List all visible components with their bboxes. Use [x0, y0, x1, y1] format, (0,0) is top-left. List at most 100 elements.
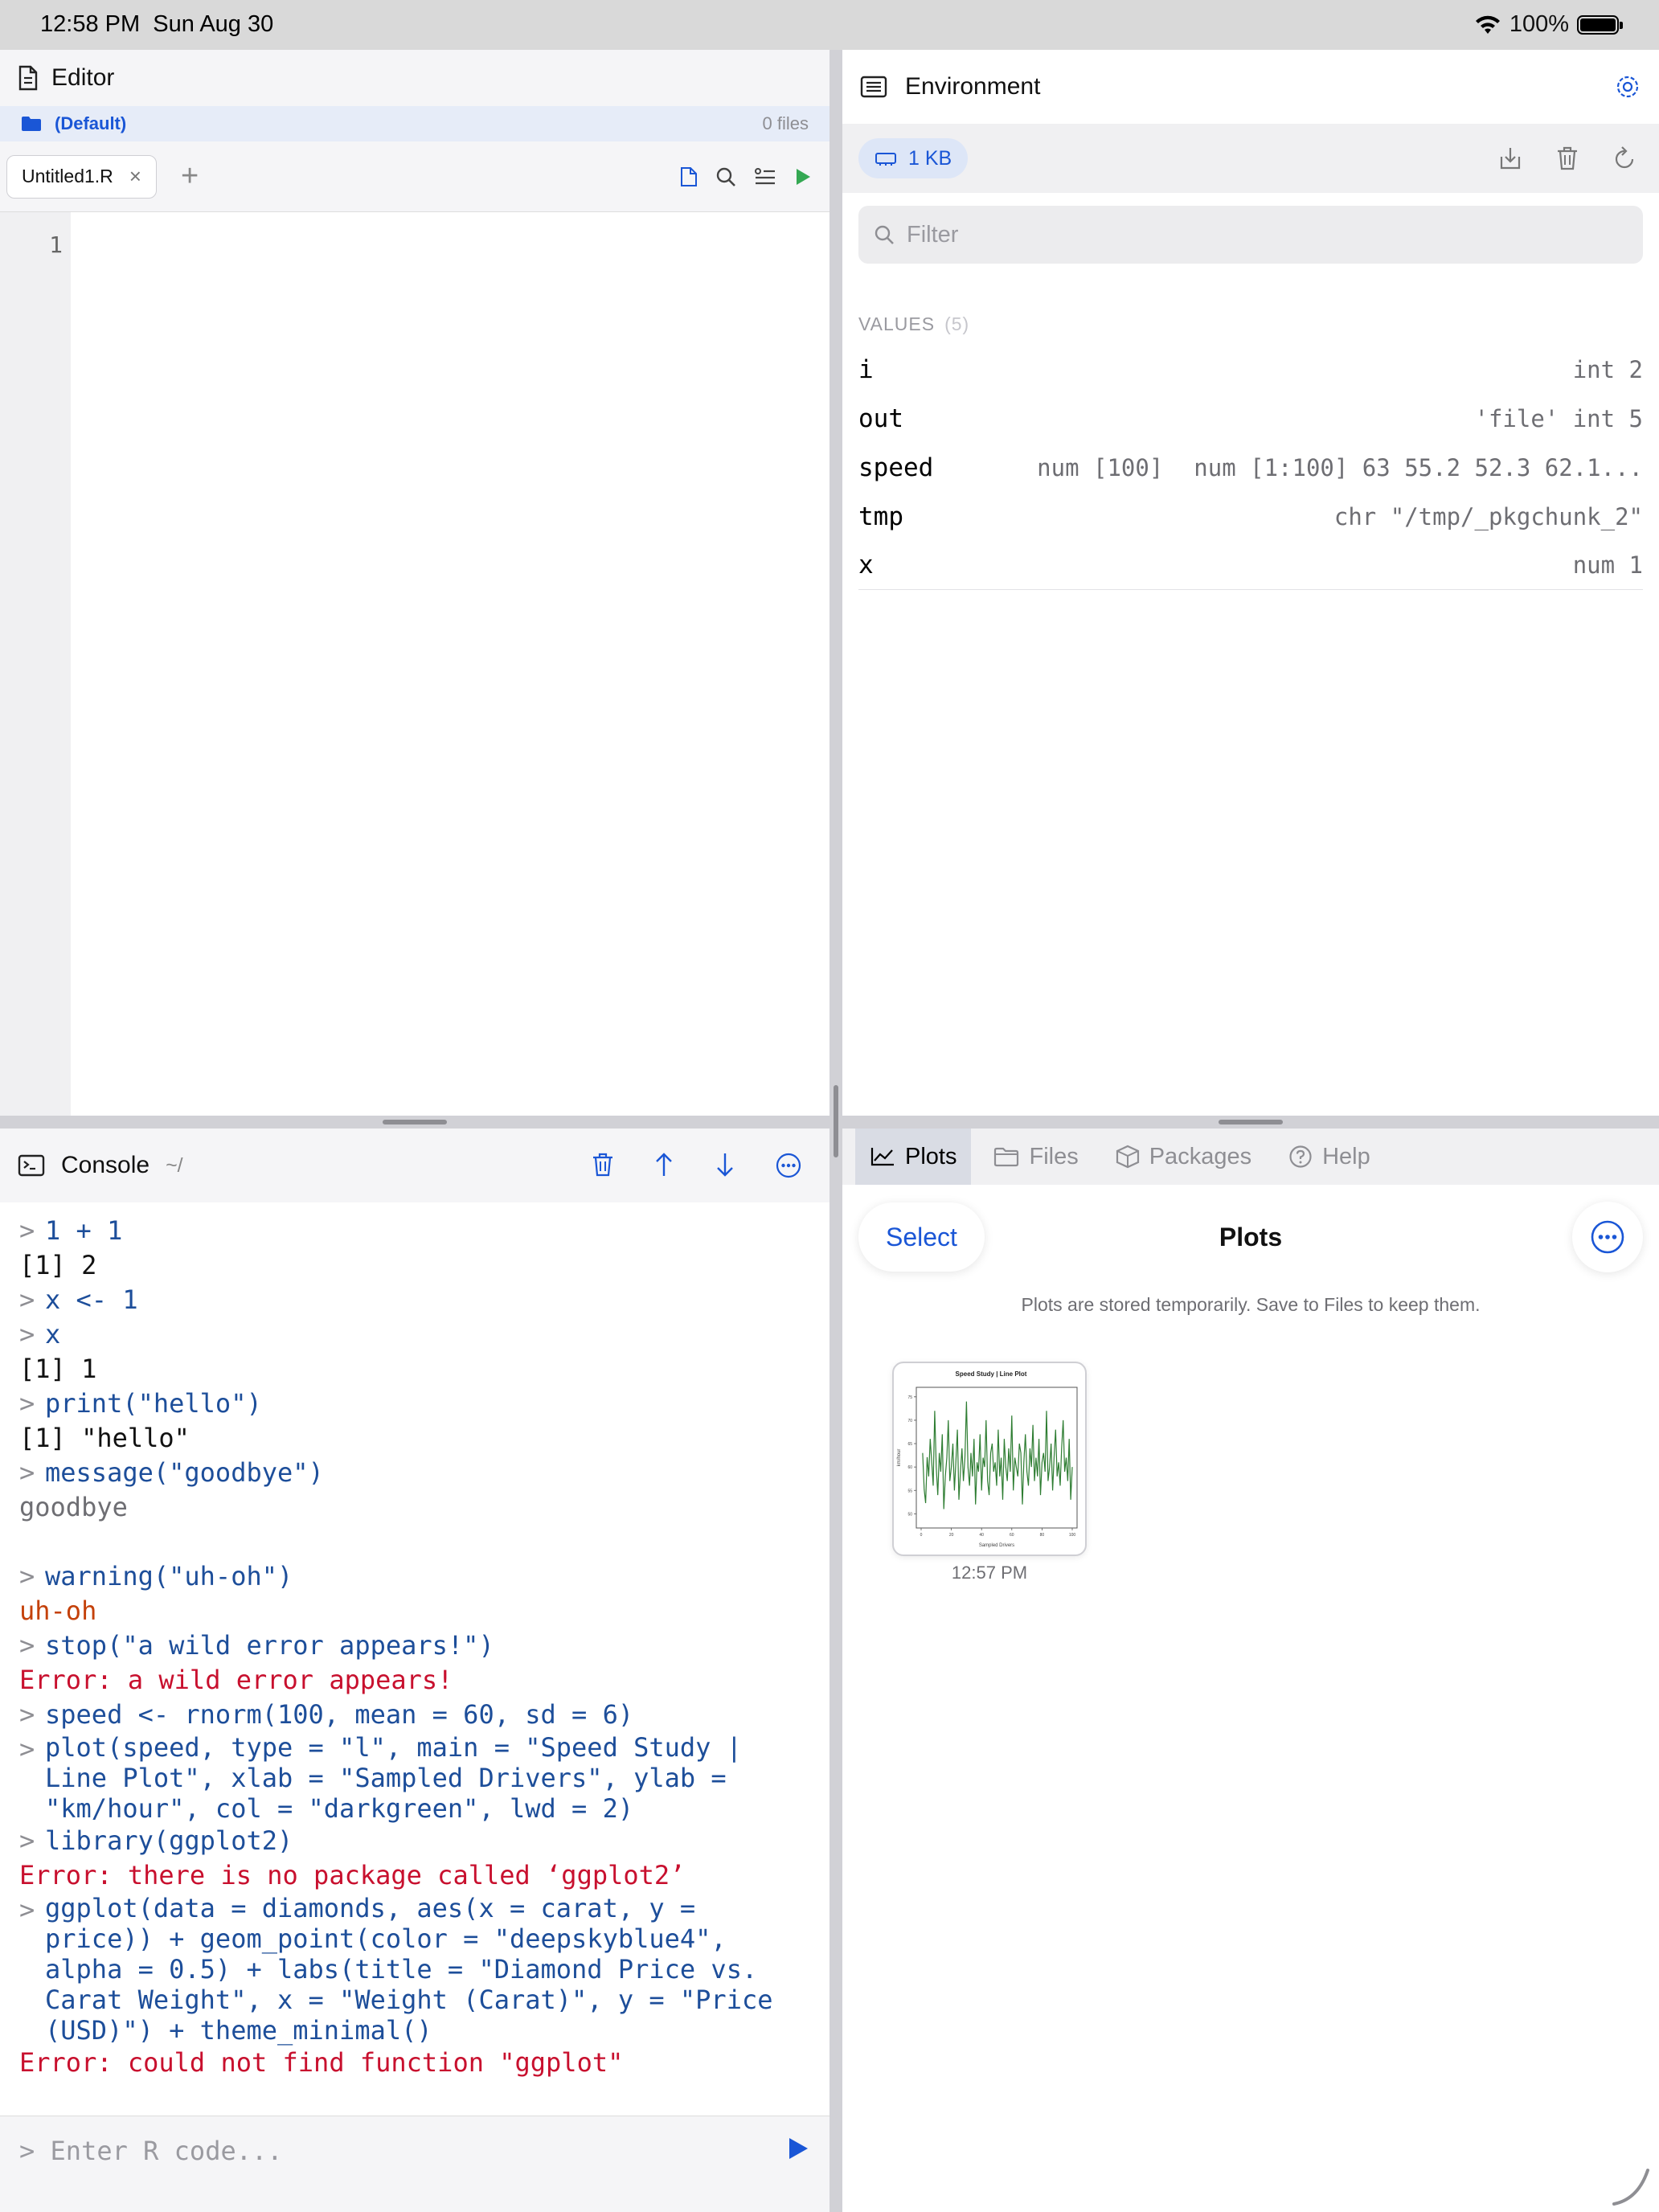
filter-placeholder: Filter [907, 221, 959, 248]
console-command-text: x <- 1 [45, 1284, 138, 1315]
arrow-up-icon[interactable] [653, 1152, 675, 1178]
console-prompt: > [19, 1699, 35, 1730]
variable-row[interactable]: speed num [100] num [1:100] 63 55.2 52.3… [858, 443, 1643, 492]
tab-label: Untitled1.R [22, 166, 113, 186]
trash-icon[interactable] [592, 1152, 614, 1178]
values-count: (5) [944, 313, 970, 334]
plots-pane: Plots Files Packages Help Select Plots P… [842, 1129, 1659, 2212]
variable-name: x [858, 551, 874, 580]
resize-handle-icon[interactable] [1609, 2164, 1654, 2209]
console-command-line: > warning("uh-oh") [19, 1559, 810, 1594]
editor-header: Editor [0, 50, 830, 106]
variable-value: 'file' int 5 [1474, 404, 1643, 432]
variable-value: int 2 [1572, 355, 1643, 383]
variable-value: chr "/tmp/_pkgchunk_2" [1333, 502, 1643, 530]
right-horizontal-splitter[interactable] [842, 1116, 1659, 1129]
console-prompt: > [19, 1284, 35, 1315]
add-tab-button[interactable]: + [181, 159, 199, 194]
tab-help[interactable]: Help [1274, 1129, 1385, 1185]
x-tick-label: 100 [1069, 1533, 1076, 1538]
tab-files[interactable]: Files [979, 1129, 1092, 1185]
environment-title: Environment [905, 73, 1041, 100]
splitter-grip[interactable] [1219, 1120, 1283, 1124]
console-tools [592, 1152, 812, 1179]
x-tick-label: 40 [979, 1533, 984, 1538]
variable-name: tmp [858, 502, 903, 531]
variable-row[interactable]: out 'file' int 5 [858, 394, 1643, 443]
console-path: ~/ [166, 1153, 183, 1177]
plot-chart: Speed Study | Line Plot 0 20 40 60 80 100 50 55 6… [897, 1370, 1078, 1548]
console-command-text: ggplot(data = diamonds, aes(x = carat, y… [45, 1893, 773, 2046]
tab-untitled1[interactable]: Untitled1.R × [6, 154, 157, 199]
refresh-icon[interactable] [1612, 145, 1636, 171]
plot-timestamp: 12:57 PM [951, 1563, 1028, 1583]
variable-row[interactable]: x num 1 [858, 541, 1643, 590]
folder-icon [994, 1147, 1019, 1167]
plots-more-button[interactable] [1572, 1202, 1643, 1272]
select-button[interactable]: Select [858, 1202, 985, 1272]
left-horizontal-splitter[interactable] [0, 1116, 830, 1129]
console-command-line: > message("goodbye") [19, 1456, 810, 1490]
close-tab-icon[interactable]: × [129, 164, 141, 189]
trash-icon[interactable] [1556, 145, 1579, 171]
vertical-splitter[interactable] [830, 50, 842, 2212]
variable-value: num [1:100] 63 55.2 52.3 62.1... [1194, 453, 1643, 481]
tab-plots[interactable]: Plots [855, 1129, 972, 1185]
project-bar[interactable]: (Default) 0 files [0, 106, 830, 141]
console-command-line: > print("hello") [19, 1387, 810, 1421]
x-tick-label: 80 [1040, 1533, 1045, 1538]
console-title: Console [61, 1152, 150, 1178]
y-tick-label: 65 [907, 1442, 912, 1447]
console-command-line: >1 + 1 [19, 1214, 810, 1248]
variable-name: speed [858, 453, 934, 482]
arrow-down-icon[interactable] [714, 1152, 736, 1178]
console-input[interactable]: > Enter R code... [0, 2116, 830, 2212]
y-tick-label: 55 [907, 1489, 912, 1493]
console-command-line: > stop("a wild error appears!") [19, 1628, 810, 1663]
variable-row[interactable]: tmp chr "/tmp/_pkgchunk_2" [858, 492, 1643, 541]
console-command-line: > x [19, 1317, 810, 1352]
more-icon[interactable] [775, 1152, 802, 1179]
environment-header: Environment [842, 50, 1659, 124]
console-command-text: plot(speed, type = "l", main = "Speed St… [45, 1732, 742, 1824]
search-icon [875, 225, 894, 244]
variable-name: i [858, 354, 874, 384]
plot-frame [916, 1387, 1078, 1529]
battery-icon [1577, 14, 1623, 35]
memory-size: 1 KB [908, 146, 952, 170]
terminal-icon [18, 1154, 45, 1177]
plot-thumbnail[interactable]: Speed Study | Line Plot 0 20 40 60 80 100 50 55 6… [892, 1362, 1087, 1556]
y-tick-label: 75 [907, 1395, 912, 1400]
console-command-line: > plot(speed, type = "l", main = "Speed S… [19, 1732, 810, 1824]
console-message-line: goodbye [19, 1492, 128, 1522]
editor-title: Editor [51, 64, 115, 91]
x-tick-label: 0 [920, 1533, 923, 1538]
status-right: 100% [1474, 11, 1623, 38]
console-command-line: > x <- 1 [19, 1283, 810, 1317]
console-command-line: > speed <- rnorm(100, mean = 60, sd = 6) [19, 1698, 810, 1732]
console-command-text: stop("a wild error appears!") [45, 1630, 494, 1661]
new-file-icon[interactable] [680, 166, 698, 187]
editor-pane: Editor (Default) 0 files Untitled1.R × + [0, 50, 830, 1116]
run-icon[interactable] [794, 167, 812, 186]
filter-input[interactable]: Filter [858, 206, 1643, 264]
gear-icon[interactable] [1614, 73, 1641, 100]
tab-packages[interactable]: Packages [1101, 1129, 1266, 1185]
console-prompt: > [19, 1734, 35, 1764]
import-icon[interactable] [1498, 145, 1522, 171]
console-prompt: > [19, 1215, 35, 1246]
console-command-line: > ggplot(data = diamonds, aes(x = carat, … [19, 1893, 810, 2046]
code-text-area[interactable] [71, 212, 830, 1116]
tab-label: Help [1322, 1143, 1370, 1169]
splitter-grip[interactable] [383, 1120, 447, 1124]
send-icon[interactable] [786, 2136, 810, 2161]
splitter-grip[interactable] [834, 1085, 838, 1157]
search-icon[interactable] [715, 166, 736, 187]
console-command-text: speed <- rnorm(100, mean = 60, sd = 6) [45, 1699, 634, 1730]
y-tick-label: 60 [907, 1465, 912, 1470]
variable-row[interactable]: i int 2 [858, 345, 1643, 394]
console-prompt: > [19, 1895, 35, 1925]
console-prompt: > [19, 1561, 35, 1591]
console-command-text: warning("uh-oh") [45, 1561, 293, 1591]
format-list-icon[interactable] [754, 166, 776, 187]
